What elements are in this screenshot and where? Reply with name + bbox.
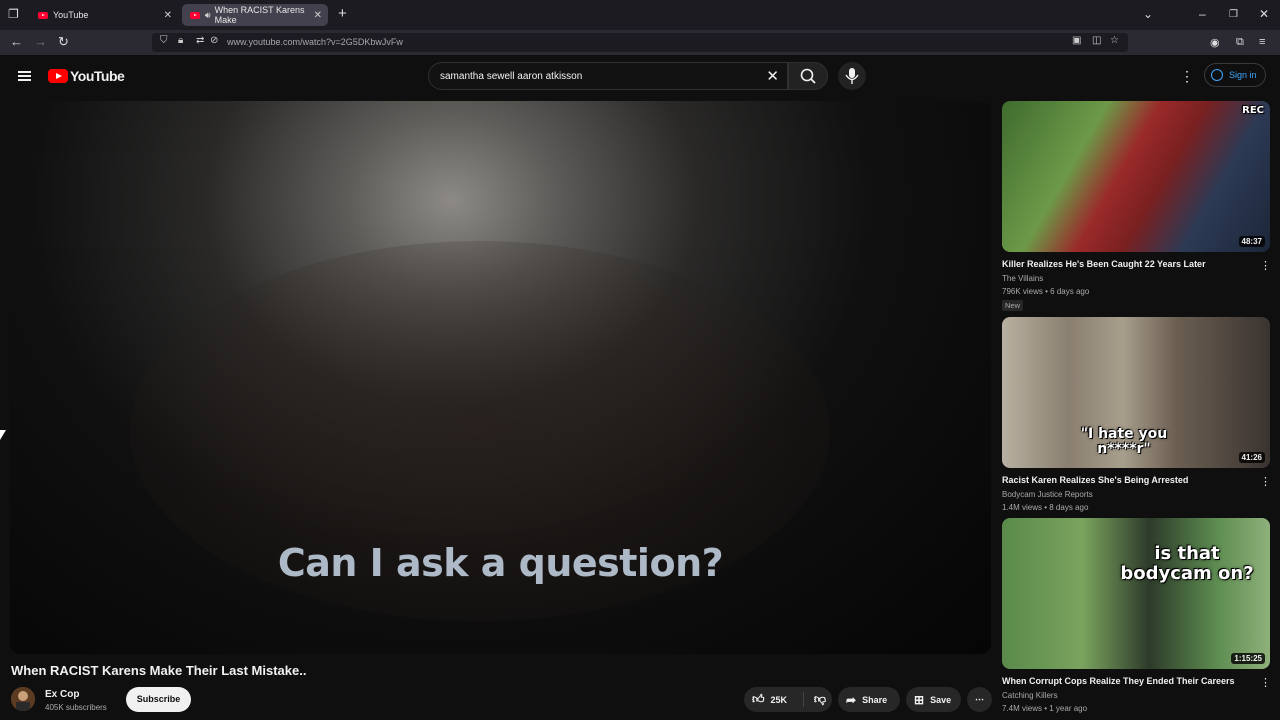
- save-label: Save: [930, 694, 952, 705]
- video-duration: 48:37: [1238, 236, 1265, 247]
- tab-list-icon[interactable]: ❐: [8, 7, 19, 21]
- youtube-header: YouTube samantha sewell aaron atkisson ✕…: [0, 55, 1280, 99]
- tab-youtube[interactable]: YouTube ✕: [30, 4, 178, 26]
- youtube-favicon-icon: [38, 11, 48, 19]
- new-tab-icon[interactable]: +: [338, 5, 347, 22]
- close-window-icon[interactable]: ✕: [1259, 7, 1269, 21]
- tab-current-video[interactable]: 🔊︎ When RACIST Karens Make ✕: [182, 4, 328, 26]
- extensions-icon[interactable]: ⧉: [1236, 36, 1244, 49]
- sign-in-button[interactable]: Sign in: [1204, 63, 1266, 87]
- mouse-cursor-icon: [0, 430, 6, 440]
- video-player[interactable]: Can I ask a question?: [10, 101, 991, 654]
- more-options-icon[interactable]: ⋮: [1260, 475, 1271, 488]
- channel-avatar-image: [11, 687, 35, 711]
- menu-icon[interactable]: ≡: [1259, 36, 1265, 48]
- recommended-video[interactable]: is that bodycam on? 1:15:25 When Corrupt…: [1002, 518, 1271, 720]
- video-caption: Can I ask a question?: [277, 541, 724, 585]
- video-title: When RACIST Karens Make Their Last Mista…: [11, 663, 307, 678]
- like-button[interactable]: 👍︎ 25K: [744, 692, 804, 707]
- reader-view-icon[interactable]: ▣: [1072, 35, 1081, 46]
- recommended-title: Killer Realizes He's Been Caught 22 Year…: [1002, 259, 1206, 269]
- recommended-channel[interactable]: Bodycam Justice Reports: [1002, 490, 1093, 499]
- new-badge: New: [1002, 300, 1024, 311]
- speaker-icon[interactable]: 🔊︎: [205, 10, 211, 21]
- back-icon[interactable]: ←: [10, 34, 23, 49]
- logo-text: YouTube: [70, 68, 125, 84]
- reload-icon[interactable]: ↻: [58, 34, 69, 50]
- chevron-down-icon[interactable]: ⌄: [1143, 7, 1153, 21]
- video-thumbnail[interactable]: REC 48:37: [1002, 101, 1270, 252]
- user-circle-icon: [1211, 69, 1223, 81]
- youtube-favicon-icon: [190, 11, 200, 19]
- recommended-meta: 1.4M views • 8 days ago: [1002, 503, 1089, 512]
- permissions-icon[interactable]: ⇄: [196, 35, 204, 46]
- restore-icon[interactable]: ❐: [1229, 9, 1238, 20]
- video-thumbnail[interactable]: is that bodycam on? 1:15:25: [1002, 518, 1270, 669]
- dislike-button[interactable]: 👎︎: [804, 692, 832, 707]
- save-playlist-icon: ⊞: [914, 692, 925, 707]
- recommended-title: When Corrupt Cops Realize They Ended The…: [1002, 676, 1235, 686]
- more-horizontal-icon: ⋯: [975, 694, 984, 704]
- share-label: Share: [862, 694, 888, 705]
- close-tab-icon[interactable]: ✕: [164, 10, 172, 21]
- sign-in-label: Sign in: [1229, 70, 1257, 80]
- clear-search-icon[interactable]: ✕: [766, 67, 779, 85]
- search-input[interactable]: samantha sewell aaron atkisson ✕: [428, 62, 788, 90]
- thumbnail-overlay-text: REC: [1242, 105, 1264, 116]
- video-duration: 41:26: [1238, 452, 1265, 463]
- lock-icon[interactable]: 🔒︎: [178, 35, 183, 46]
- video-duration: 1:15:25: [1231, 653, 1265, 664]
- browser-tab-bar: ❐ YouTube ✕ 🔊︎ When RACIST Karens Make ✕…: [0, 0, 1280, 30]
- recommended-video[interactable]: REC 48:37 Killer Realizes He's Been Caug…: [1002, 101, 1271, 316]
- tracking-icon[interactable]: ⊘: [210, 35, 218, 46]
- address-bar[interactable]: ⛉ 🔒︎ ⇄ ⊘ www.youtube.com/watch?v=2G5DKbw…: [152, 33, 1128, 52]
- tab-label: When RACIST Karens Make: [214, 5, 305, 25]
- channel-name[interactable]: Ex Cop: [45, 689, 79, 700]
- forward-icon[interactable]: →: [34, 34, 47, 49]
- pip-icon[interactable]: ◫: [1092, 35, 1101, 46]
- settings-more-icon[interactable]: ⋮: [1180, 68, 1194, 85]
- browser-nav-bar: ← → ↻ ⛉ 🔒︎ ⇄ ⊘ www.youtube.com/watch?v=2…: [0, 30, 1280, 55]
- voice-search-button[interactable]: [838, 62, 866, 90]
- recommended-meta: 7.4M views • 1 year ago: [1002, 704, 1088, 713]
- tab-label: YouTube: [53, 10, 89, 20]
- share-button[interactable]: ➦ Share: [838, 687, 900, 712]
- thumbs-down-icon: 👎︎: [813, 692, 826, 706]
- shield-icon[interactable]: ⛉: [160, 35, 168, 46]
- bookmark-star-icon[interactable]: ☆: [1110, 35, 1119, 46]
- search-icon: [800, 68, 816, 84]
- recommended-video[interactable]: "I hate you n****r" 41:26 Racist Karen R…: [1002, 317, 1271, 517]
- account-icon[interactable]: ◉: [1210, 36, 1220, 49]
- recommended-channel[interactable]: Catching Killers: [1002, 691, 1058, 700]
- recommended-title: Racist Karen Realizes She's Being Arrest…: [1002, 475, 1189, 485]
- save-button[interactable]: ⊞ Save: [906, 687, 961, 712]
- more-options-icon[interactable]: ⋮: [1260, 676, 1271, 689]
- thumbs-up-icon: 👍︎: [752, 692, 765, 706]
- channel-avatar[interactable]: [11, 687, 35, 711]
- hamburger-menu-icon[interactable]: [18, 71, 31, 81]
- thumbnail-overlay-text: is that bodycam on?: [1120, 543, 1254, 584]
- url-text: www.youtube.com/watch?v=2G5DKbwJvFw: [227, 37, 403, 47]
- microphone-icon: [845, 68, 859, 84]
- subscriber-count: 405K subscribers: [45, 703, 107, 712]
- search-query: samantha sewell aaron atkisson: [440, 71, 583, 82]
- recommended-meta: 796K views • 6 days ago: [1002, 287, 1090, 296]
- search-button[interactable]: [788, 62, 828, 90]
- close-tab-icon[interactable]: ✕: [314, 10, 322, 21]
- more-options-icon[interactable]: ⋮: [1260, 259, 1271, 272]
- youtube-logo[interactable]: YouTube: [48, 68, 125, 84]
- more-actions-button[interactable]: ⋯: [967, 687, 992, 712]
- recommended-channel[interactable]: The Villains: [1002, 274, 1043, 283]
- like-dislike-group: 👍︎ 25K 👎︎: [744, 687, 832, 712]
- youtube-play-icon: [48, 69, 68, 83]
- share-icon: ➦: [846, 692, 857, 707]
- thumbnail-overlay-text: "I hate you n****r": [1080, 426, 1168, 457]
- video-thumbnail[interactable]: "I hate you n****r" 41:26: [1002, 317, 1270, 468]
- like-count: 25K: [770, 694, 788, 705]
- minimize-icon[interactable]: –: [1199, 7, 1206, 21]
- subscribe-button[interactable]: Subscribe: [126, 687, 191, 712]
